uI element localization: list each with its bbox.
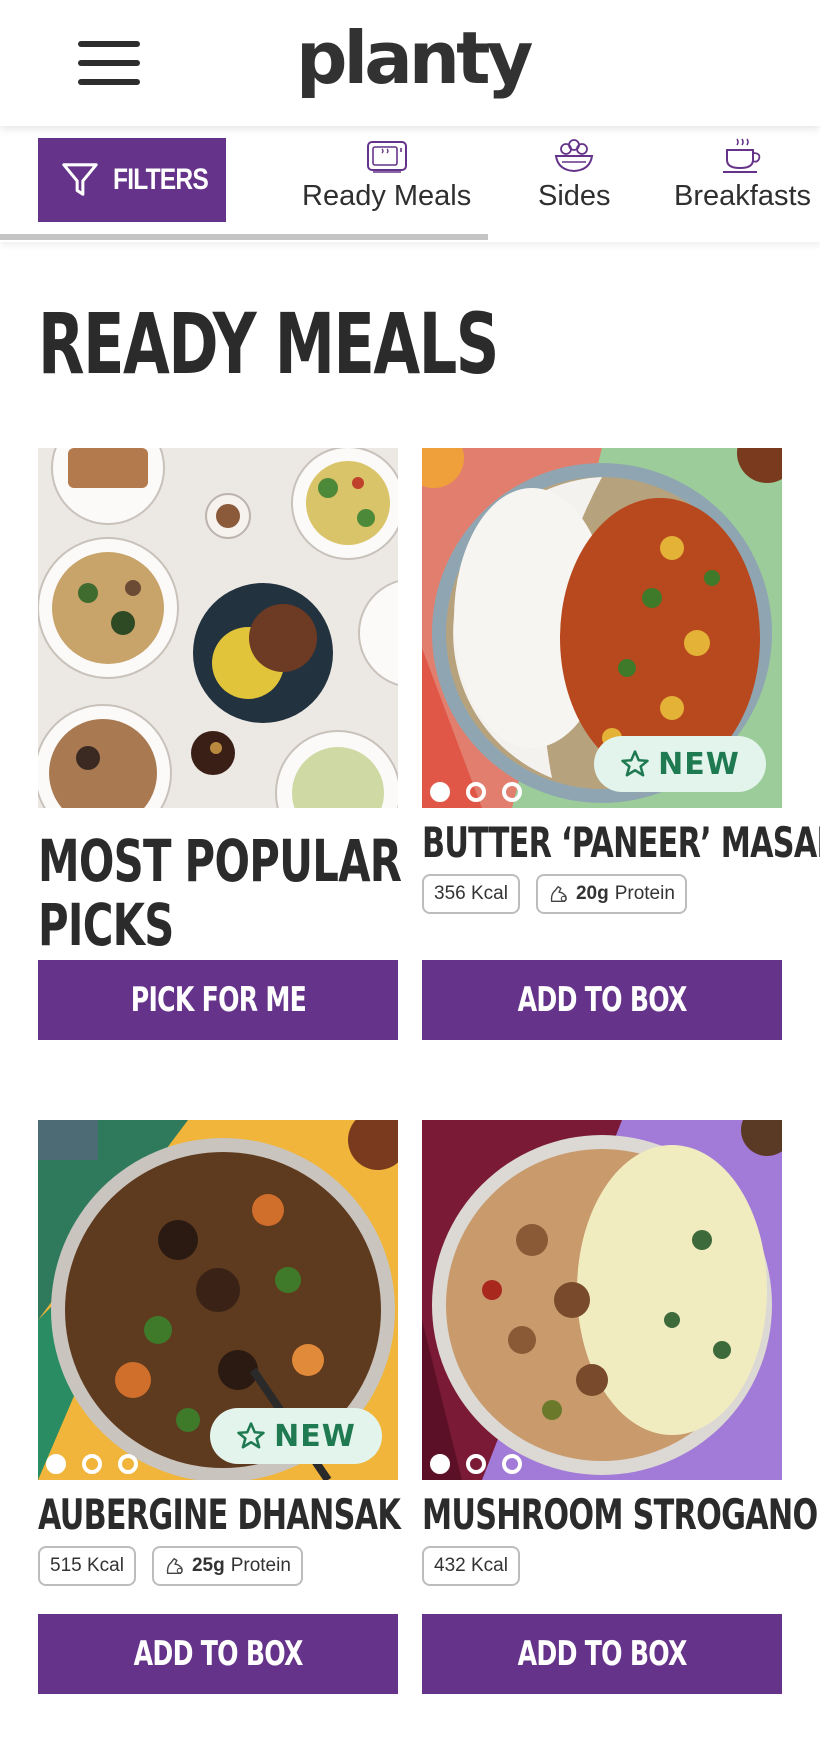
carousel-dot-3[interactable] [502,1454,522,1474]
kcal-value: 515 Kcal [50,1555,124,1577]
flexed-arm-icon [550,886,567,903]
tab-breakfasts-label: Breakfasts [674,180,811,212]
steaming-cup-icon [722,138,760,173]
add-to-box-label: ADD TO BOX [517,980,687,1020]
add-to-box-label: ADD TO BOX [517,1634,687,1674]
protein-tag: 20g Protein [535,874,687,915]
kcal-value: 432 Kcal [434,1555,508,1577]
protein-value: 20g [575,883,609,905]
carousel-dots [430,1454,522,1474]
nutrition-tags: 356 Kcal 20g Protein [422,874,782,915]
add-to-box-button[interactable]: ADD TO BOX [38,1614,398,1694]
filters-button[interactable]: FILTERS [38,138,226,222]
pick-for-me-label: PICK FOR ME [130,980,306,1020]
category-scroll-indicator [0,234,488,240]
protein-tag: 25g Protein [151,1546,303,1587]
category-bar: FILTERS Ready Meals Sides Breakfasts [0,126,820,242]
star-outline-icon [237,1422,265,1449]
butter-paneer-masala-image[interactable]: NEW [422,448,782,808]
funnel-icon [62,163,98,196]
carousel-dot-2[interactable] [466,782,486,802]
mushroom-stroganoff-title: MUSHROOM STROGANOFF [422,1490,820,1539]
carousel-dot-2[interactable] [466,1454,486,1474]
add-to-box-button[interactable]: ADD TO BOX [422,960,782,1040]
filters-label: FILTERS [113,163,209,196]
carousel-dot-3[interactable] [502,782,522,802]
site-header: planty [0,0,820,126]
kcal-tag: 356 Kcal [422,874,520,915]
product-card-butter-paneer-masala: NEW BUTTER ‘PANEER’ MASALA 356 Kcal 20g … [422,448,820,1040]
product-card-most-popular: MOST POPULAR PICKS PICK FOR ME [38,448,402,1040]
new-badge: NEW [594,736,766,792]
tab-ready-meals-label: Ready Meals [302,180,472,212]
carousel-dot-3[interactable] [118,1454,138,1474]
carousel-dots [46,1454,138,1474]
protein-value: 25g [191,1555,225,1577]
most-popular-title-line1: MOST POPULAR [38,827,402,895]
flexed-arm-icon [166,1558,183,1575]
protein-label: Protein [230,1555,291,1577]
kcal-tag: 432 Kcal [422,1546,520,1587]
salad-bowl-icon [555,139,594,173]
carousel-dot-1[interactable] [430,782,450,802]
aubergine-dhansak-image[interactable]: NEW [38,1120,398,1480]
pick-for-me-button[interactable]: PICK FOR ME [38,960,398,1040]
carousel-dot-1[interactable] [430,1454,450,1474]
add-to-box-label: ADD TO BOX [133,1634,303,1674]
product-card-mushroom-stroganoff: MUSHROOM STROGANOFF 432 Kcal ADD TO BOX [422,1120,820,1694]
kcal-value: 356 Kcal [434,883,508,905]
add-to-box-button[interactable]: ADD TO BOX [422,1614,782,1694]
new-badge: NEW [210,1408,382,1464]
nutrition-tags: 515 Kcal 25g Protein [38,1546,398,1587]
kcal-tag: 515 Kcal [38,1546,136,1587]
tab-breakfasts[interactable]: Breakfasts [674,136,811,213]
mushroom-stroganoff-image[interactable] [422,1120,782,1480]
planty-logo[interactable]: planty [296,22,533,94]
page-title: READY MEALS [38,295,499,393]
most-popular-title-line2: PICKS [38,890,174,959]
ready-meal-tray-icon [366,141,407,173]
tab-sides[interactable]: Sides [538,136,611,213]
hamburger-menu-icon[interactable] [78,40,142,86]
most-popular-title: MOST POPULAR PICKS [38,827,402,959]
most-popular-image[interactable] [38,448,398,808]
tab-sides-label: Sides [538,180,611,212]
product-card-aubergine-dhansak: NEW AUBERGINE DHANSAK 515 Kcal 25g Prote… [38,1120,401,1694]
carousel-dot-1[interactable] [46,1454,66,1474]
new-badge-text: NEW [274,1418,356,1454]
carousel-dot-2[interactable] [82,1454,102,1474]
tab-ready-meals[interactable]: Ready Meals [302,136,471,213]
aubergine-dhansak-title: AUBERGINE DHANSAK [38,1490,401,1539]
new-badge-text: NEW [658,746,740,782]
protein-label: Protein [614,883,675,905]
nutrition-tags: 432 Kcal [422,1546,782,1587]
butter-paneer-masala-title: BUTTER ‘PANEER’ MASALA [422,818,820,867]
carousel-dots [430,782,522,802]
star-outline-icon [621,750,649,777]
